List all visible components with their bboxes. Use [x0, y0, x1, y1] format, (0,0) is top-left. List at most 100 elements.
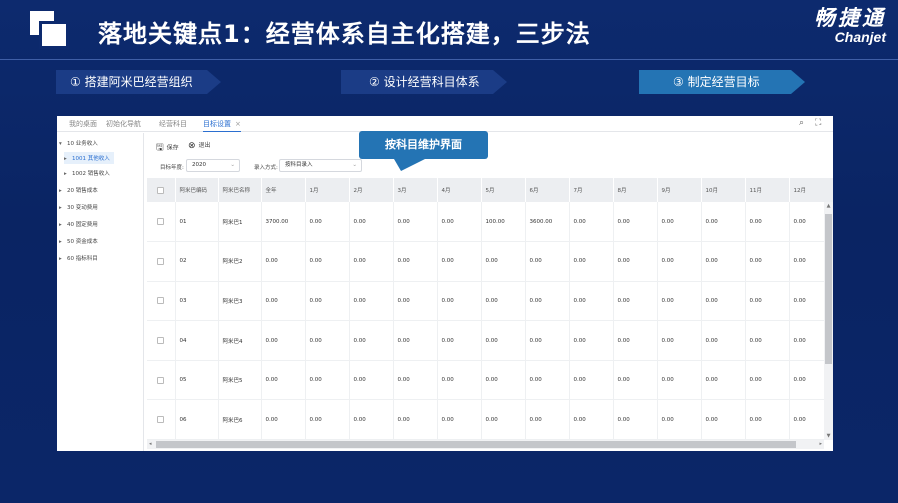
- value-cell[interactable]: 0.00: [701, 202, 746, 243]
- value-cell[interactable]: 0.00: [305, 281, 350, 322]
- tree-item-fixed-cost[interactable]: ▸ 40 固定费用: [59, 220, 98, 228]
- value-cell[interactable]: 0.00: [261, 360, 306, 401]
- value-cell[interactable]: 0.00: [745, 360, 790, 401]
- value-cell[interactable]: 0.00: [569, 241, 614, 282]
- table-row[interactable]: 05 阿米巴5 0.00 0.00 0.00 0.00 0.00 0.00 0.00 0.00 0.…: [147, 360, 833, 401]
- value-cell[interactable]: 0.00: [481, 281, 526, 322]
- vertical-scrollbar[interactable]: ▲ ▼: [824, 202, 833, 440]
- value-cell[interactable]: 0.00: [305, 320, 350, 361]
- scroll-left-icon[interactable]: ◂: [149, 440, 152, 449]
- tree-item-business-income[interactable]: ▾ 10 业务收入: [59, 139, 98, 147]
- row-checkbox[interactable]: [147, 360, 176, 401]
- value-cell[interactable]: 0.00: [569, 360, 614, 401]
- tab-init-nav[interactable]: 初始化导航: [106, 119, 141, 129]
- save-button[interactable]: 🖫 保存: [156, 140, 179, 156]
- value-cell[interactable]: 0.00: [569, 399, 614, 441]
- value-cell[interactable]: 0.00: [657, 202, 702, 243]
- value-cell[interactable]: 3600.00: [525, 202, 570, 243]
- value-cell[interactable]: 0.00: [525, 241, 570, 282]
- value-cell[interactable]: 0.00: [701, 320, 746, 361]
- value-cell[interactable]: 0.00: [437, 399, 482, 441]
- value-cell[interactable]: 0.00: [745, 281, 790, 322]
- table-row[interactable]: 01 阿米巴1 3700.00 0.00 0.00 0.00 0.00 100.00 3600.…: [147, 202, 833, 243]
- value-cell[interactable]: 0.00: [613, 399, 658, 441]
- value-cell[interactable]: 0.00: [261, 281, 306, 322]
- value-cell[interactable]: 0.00: [349, 399, 394, 441]
- caret-right-icon[interactable]: ▸: [59, 256, 67, 262]
- value-cell[interactable]: 0.00: [481, 320, 526, 361]
- value-cell[interactable]: 0.00: [437, 241, 482, 282]
- value-cell[interactable]: 0.00: [437, 320, 482, 361]
- value-cell[interactable]: 0.00: [657, 320, 702, 361]
- scroll-up-icon[interactable]: ▲: [824, 203, 833, 209]
- value-cell[interactable]: 0.00: [745, 241, 790, 282]
- value-cell[interactable]: 0.00: [349, 320, 394, 361]
- value-cell[interactable]: 0.00: [437, 202, 482, 243]
- row-checkbox[interactable]: [147, 281, 176, 322]
- tab-close-icon[interactable]: ×: [235, 120, 241, 128]
- value-cell[interactable]: 0.00: [657, 281, 702, 322]
- fullscreen-icon[interactable]: ⛶: [815, 118, 821, 128]
- value-cell[interactable]: 0.00: [613, 360, 658, 401]
- tree-item-indicator[interactable]: ▸ 60 指标科目: [59, 254, 98, 262]
- value-cell[interactable]: 0.00: [569, 281, 614, 322]
- scroll-down-icon[interactable]: ▼: [824, 433, 833, 439]
- value-cell[interactable]: 0.00: [745, 399, 790, 441]
- tab-my-desktop[interactable]: 我的桌面: [69, 119, 97, 129]
- value-cell[interactable]: 0.00: [481, 360, 526, 401]
- value-cell[interactable]: 0.00: [657, 241, 702, 282]
- caret-right-icon[interactable]: ▸: [59, 239, 67, 245]
- caret-right-icon[interactable]: ▸: [59, 205, 67, 211]
- value-cell[interactable]: 0.00: [305, 360, 350, 401]
- value-cell[interactable]: 0.00: [613, 241, 658, 282]
- tab-business-subjects[interactable]: 经营科目: [159, 119, 187, 129]
- select-all-checkbox[interactable]: [147, 178, 176, 202]
- value-cell[interactable]: 0.00: [261, 241, 306, 282]
- value-cell[interactable]: 0.00: [701, 281, 746, 322]
- value-cell[interactable]: 0.00: [349, 241, 394, 282]
- caret-down-icon[interactable]: ▾: [59, 141, 67, 147]
- value-cell[interactable]: 0.00: [525, 360, 570, 401]
- value-cell[interactable]: 0.00: [569, 320, 614, 361]
- tree-item-sales-income[interactable]: ▸ 1002 销售收入: [64, 169, 110, 177]
- value-cell[interactable]: 0.00: [525, 320, 570, 361]
- exit-button[interactable]: ⊗ 退出: [188, 140, 211, 151]
- value-cell[interactable]: 0.00: [393, 241, 438, 282]
- value-cell[interactable]: 0.00: [349, 202, 394, 243]
- target-year-select[interactable]: 2020 ⌄: [186, 159, 240, 172]
- value-cell[interactable]: 0.00: [525, 281, 570, 322]
- value-cell[interactable]: 0.00: [261, 320, 306, 361]
- table-row[interactable]: 02 阿米巴2 0.00 0.00 0.00 0.00 0.00 0.00 0.00 0.00 0.…: [147, 241, 833, 282]
- value-cell[interactable]: 0.00: [305, 399, 350, 441]
- horizontal-scroll-thumb[interactable]: [156, 441, 796, 448]
- row-checkbox[interactable]: [147, 399, 176, 441]
- value-cell[interactable]: 0.00: [305, 202, 350, 243]
- value-cell[interactable]: 0.00: [481, 399, 526, 441]
- value-cell[interactable]: 0.00: [261, 399, 306, 441]
- value-cell[interactable]: 0.00: [701, 241, 746, 282]
- value-cell[interactable]: 0.00: [481, 241, 526, 282]
- entry-mode-select[interactable]: 按科目录入 ⌄: [279, 159, 362, 172]
- value-cell[interactable]: 3700.00: [261, 202, 306, 243]
- table-row[interactable]: 03 阿米巴3 0.00 0.00 0.00 0.00 0.00 0.00 0.00 0.00 0.…: [147, 281, 833, 322]
- table-row[interactable]: 04 阿米巴4 0.00 0.00 0.00 0.00 0.00 0.00 0.00 0.00 0.…: [147, 320, 833, 361]
- value-cell[interactable]: 0.00: [745, 320, 790, 361]
- value-cell[interactable]: 0.00: [657, 360, 702, 401]
- value-cell[interactable]: 100.00: [481, 202, 526, 243]
- row-checkbox[interactable]: [147, 241, 176, 282]
- value-cell[interactable]: 0.00: [525, 399, 570, 441]
- value-cell[interactable]: 0.00: [701, 399, 746, 441]
- value-cell[interactable]: 0.00: [393, 281, 438, 322]
- row-checkbox[interactable]: [147, 202, 176, 243]
- scroll-right-icon[interactable]: ▸: [819, 440, 822, 449]
- value-cell[interactable]: 0.00: [393, 399, 438, 441]
- tree-item-sales-cost[interactable]: ▸ 20 销售成本: [59, 186, 98, 194]
- value-cell[interactable]: 0.00: [657, 399, 702, 441]
- row-checkbox[interactable]: [147, 320, 176, 361]
- search-icon[interactable]: ⌕: [799, 118, 804, 128]
- value-cell[interactable]: 0.00: [393, 202, 438, 243]
- value-cell[interactable]: 0.00: [349, 281, 394, 322]
- value-cell[interactable]: 0.00: [349, 360, 394, 401]
- value-cell[interactable]: 0.00: [613, 281, 658, 322]
- value-cell[interactable]: 0.00: [613, 202, 658, 243]
